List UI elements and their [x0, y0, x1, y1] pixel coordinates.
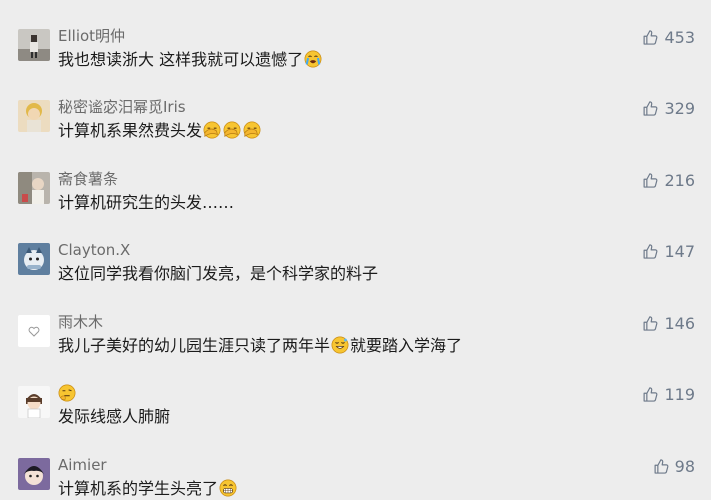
thumbs-up-icon — [642, 100, 659, 117]
username[interactable] — [58, 384, 76, 403]
comment-text: 计算机研究生的头发…… — [58, 192, 234, 214]
username[interactable]: Elliot明仲 — [58, 27, 125, 45]
comment-text: 计算机系果然费头发 — [58, 120, 262, 142]
thumbs-up-icon — [653, 458, 670, 475]
username[interactable]: 秘密谧宓汨幂觅Iris — [58, 98, 186, 116]
thumbs-up-icon — [642, 243, 659, 260]
like-button[interactable]: 98 — [653, 456, 695, 476]
like-button[interactable]: 147 — [642, 241, 695, 261]
avatar[interactable] — [18, 29, 50, 61]
like-count: 119 — [664, 384, 695, 404]
avatar[interactable] — [18, 243, 50, 275]
comment-item: 雨木木 我儿子美好的幼儿园生涯只读了两年半 就要踏入学海了 146 — [0, 313, 711, 377]
like-count: 146 — [664, 313, 695, 333]
like-count: 453 — [664, 27, 695, 47]
facepalm-emoji-icon — [203, 121, 221, 139]
comment-text: 计算机系的学生头亮了 — [58, 478, 238, 500]
comment-item: Clayton.X 这位同学我看你脑门发亮，是个科学家的料子 147 — [0, 241, 711, 305]
avatar[interactable] — [18, 458, 50, 490]
like-count: 216 — [664, 170, 695, 190]
comment-item: 发际线感人肺腑 119 — [0, 384, 711, 448]
comment-body: 我儿子美好的幼儿园生涯只读了两年半 — [58, 336, 331, 355]
username[interactable]: Aimier — [58, 456, 107, 474]
comment-text: 发际线感人肺腑 — [58, 406, 170, 428]
comment-text: 这位同学我看你脑门发亮，是个科学家的料子 — [58, 263, 378, 285]
like-button[interactable]: 329 — [642, 98, 695, 118]
like-button[interactable]: 453 — [642, 27, 695, 47]
comment-item: Elliot明仲 我也想读浙大 这样我就可以遗憾了 453 — [0, 27, 711, 91]
comment-body: 计算机研究生的头发…… — [58, 193, 235, 212]
like-button[interactable]: 119 — [642, 384, 695, 404]
comment-body: 这位同学我看你脑门发亮，是个科学家的料子 — [58, 264, 379, 283]
facepalm-emoji-icon — [223, 121, 241, 139]
username[interactable]: 斋食薯条 — [58, 170, 118, 188]
username[interactable]: Clayton.X — [58, 241, 130, 259]
thinking-emoji-icon — [58, 384, 76, 402]
comment-body: 我也想读浙大 这样我就可以遗憾了 — [58, 50, 304, 69]
like-button[interactable]: 146 — [642, 313, 695, 333]
comment-body: 计算机系果然费头发 — [58, 121, 203, 140]
crying-emoji-icon — [304, 50, 322, 68]
avatar[interactable] — [18, 386, 50, 418]
avatar[interactable] — [18, 172, 50, 204]
comment-item: Aimier 计算机系的学生头亮了 98 — [0, 456, 711, 500]
comment-body: 计算机系的学生头亮了 — [58, 479, 219, 498]
thumbs-up-icon — [642, 386, 659, 403]
comment-text: 我儿子美好的幼儿园生涯只读了两年半 就要踏入学海了 — [58, 335, 462, 357]
like-count: 329 — [664, 98, 695, 118]
like-button[interactable]: 216 — [642, 170, 695, 190]
comment-body: 发际线感人肺腑 — [58, 407, 171, 426]
avatar[interactable] — [18, 100, 50, 132]
grin-emoji-icon — [219, 479, 237, 497]
comment-item: 斋食薯条 计算机研究生的头发…… 216 — [0, 170, 711, 234]
username[interactable]: 雨木木 — [58, 313, 103, 331]
comment-body-continued: 就要踏入学海了 — [350, 336, 463, 355]
facepalm-emoji-icon — [243, 121, 261, 139]
like-count: 147 — [664, 241, 695, 261]
thumbs-up-icon — [642, 172, 659, 189]
comment-list: Elliot明仲 我也想读浙大 这样我就可以遗憾了 453 秘密谧宓汨幂觅Iri… — [0, 0, 711, 500]
thumbs-up-icon — [642, 29, 659, 46]
like-count: 98 — [674, 456, 695, 476]
awkward-smile-emoji-icon — [331, 336, 349, 354]
thumbs-up-icon — [642, 315, 659, 332]
comment-text: 我也想读浙大 这样我就可以遗憾了 — [58, 49, 323, 71]
comment-item: 秘密谧宓汨幂觅Iris 计算机系果然费头发 329 — [0, 98, 711, 162]
avatar[interactable] — [18, 315, 50, 347]
